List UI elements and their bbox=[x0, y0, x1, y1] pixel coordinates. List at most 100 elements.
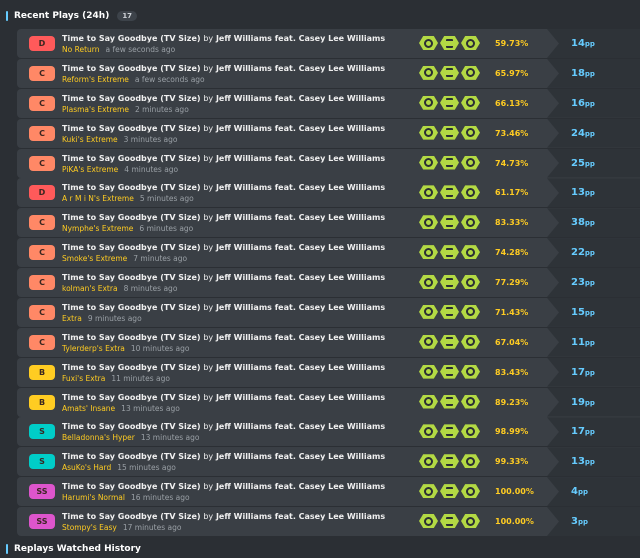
beatmap-title-link[interactable]: Time to Say Goodbye (TV Size) by Jeff Wi… bbox=[62, 273, 385, 282]
beatmap-title-link[interactable]: Time to Say Goodbye (TV Size) by Jeff Wi… bbox=[62, 154, 385, 163]
beatmap-title-link[interactable]: Time to Say Goodbye (TV Size) by Jeff Wi… bbox=[62, 303, 385, 312]
beatmap-title-link[interactable]: Time to Say Goodbye (TV Size) by Jeff Wi… bbox=[62, 94, 385, 103]
circle-target-icon[interactable] bbox=[461, 304, 480, 319]
beatmap-title-link[interactable]: Time to Say Goodbye (TV Size) by Jeff Wi… bbox=[62, 422, 385, 431]
song-by: by bbox=[203, 422, 214, 432]
no-fail-icon[interactable] bbox=[419, 245, 438, 260]
section-accent-bar bbox=[6, 544, 8, 554]
hourglass-icon[interactable] bbox=[440, 185, 459, 200]
circle-target-icon[interactable] bbox=[461, 424, 480, 439]
play-row[interactable]: D Time to Say Goodbye (TV Size) by Jeff W… bbox=[17, 29, 640, 58]
song-by: by bbox=[203, 123, 214, 133]
recent-plays-header: Recent Plays (24h) 17 bbox=[6, 8, 138, 24]
hourglass-icon[interactable] bbox=[440, 155, 459, 170]
no-fail-icon[interactable] bbox=[419, 484, 438, 499]
beatmap-title-link[interactable]: Time to Say Goodbye (TV Size) by Jeff Wi… bbox=[62, 64, 385, 73]
play-row[interactable]: B Time to Say Goodbye (TV Size) by Jeff W… bbox=[17, 387, 640, 417]
play-row[interactable]: C Time to Say Goodbye (TV Size) by Jeff W… bbox=[17, 208, 640, 238]
circle-target-icon[interactable] bbox=[461, 484, 480, 499]
no-fail-icon[interactable] bbox=[419, 36, 438, 50]
circle-target-icon[interactable] bbox=[461, 95, 480, 110]
no-fail-icon[interactable] bbox=[419, 155, 438, 170]
play-row[interactable]: SS Time to Say Goodbye (TV Size) by Jeff … bbox=[17, 477, 640, 507]
beatmap-title-link[interactable]: Time to Say Goodbye (TV Size) by Jeff Wi… bbox=[62, 363, 385, 372]
no-fail-icon[interactable] bbox=[419, 185, 438, 200]
circle-target-icon[interactable] bbox=[461, 334, 480, 349]
beatmap-title-link[interactable]: Time to Say Goodbye (TV Size) by Jeff Wi… bbox=[62, 482, 385, 491]
circle-target-icon[interactable] bbox=[461, 215, 480, 230]
play-row[interactable]: C Time to Say Goodbye (TV Size) by Jeff W… bbox=[17, 118, 640, 148]
play-row[interactable]: SS Time to Say Goodbye (TV Size) by Jeff … bbox=[17, 507, 640, 536]
circle-target-icon[interactable] bbox=[461, 125, 480, 140]
grade-badge: C bbox=[29, 125, 55, 141]
no-fail-icon[interactable] bbox=[419, 334, 438, 349]
play-row[interactable]: C Time to Say Goodbye (TV Size) by Jeff W… bbox=[17, 238, 640, 268]
beatmap-title-link[interactable]: Time to Say Goodbye (TV Size) by Jeff Wi… bbox=[62, 243, 385, 252]
beatmap-title-link[interactable]: Time to Say Goodbye (TV Size) by Jeff Wi… bbox=[62, 213, 385, 222]
no-fail-icon-glyph bbox=[424, 158, 433, 167]
circle-target-icon[interactable] bbox=[461, 394, 480, 409]
play-time: 17 minutes ago bbox=[122, 523, 182, 532]
hourglass-icon[interactable] bbox=[440, 364, 459, 379]
no-fail-icon[interactable] bbox=[419, 454, 438, 469]
play-row[interactable]: S Time to Say Goodbye (TV Size) by Jeff W… bbox=[17, 447, 640, 477]
circle-target-icon[interactable] bbox=[461, 364, 480, 379]
no-fail-icon[interactable] bbox=[419, 95, 438, 110]
play-row[interactable]: B Time to Say Goodbye (TV Size) by Jeff W… bbox=[17, 357, 640, 387]
circle-target-icon[interactable] bbox=[461, 454, 480, 469]
no-fail-icon[interactable] bbox=[419, 364, 438, 379]
no-fail-icon[interactable] bbox=[419, 394, 438, 409]
no-fail-icon[interactable] bbox=[419, 125, 438, 140]
play-row[interactable]: D Time to Say Goodbye (TV Size) by Jeff W… bbox=[17, 178, 640, 208]
beatmap-title-link[interactable]: Time to Say Goodbye (TV Size) by Jeff Wi… bbox=[62, 183, 385, 192]
hourglass-icon[interactable] bbox=[440, 95, 459, 110]
no-fail-icon[interactable] bbox=[419, 65, 438, 80]
hourglass-icon[interactable] bbox=[440, 65, 459, 80]
song-title: Time to Say Goodbye (TV Size) bbox=[62, 123, 201, 133]
hourglass-icon[interactable] bbox=[440, 36, 459, 50]
play-row[interactable]: S Time to Say Goodbye (TV Size) by Jeff W… bbox=[17, 417, 640, 447]
hourglass-icon[interactable] bbox=[440, 275, 459, 289]
no-fail-icon[interactable] bbox=[419, 215, 438, 230]
hourglass-icon[interactable] bbox=[440, 304, 459, 319]
beatmap-title-link[interactable]: Time to Say Goodbye (TV Size) by Jeff Wi… bbox=[62, 333, 385, 342]
beatmap-title-link[interactable]: Time to Say Goodbye (TV Size) by Jeff Wi… bbox=[62, 34, 385, 43]
circle-target-icon[interactable] bbox=[461, 185, 480, 200]
hourglass-icon[interactable] bbox=[440, 484, 459, 499]
play-row[interactable]: C Time to Say Goodbye (TV Size) by Jeff W… bbox=[17, 268, 640, 297]
play-row[interactable]: C Time to Say Goodbye (TV Size) by Jeff W… bbox=[17, 148, 640, 178]
hourglass-icon[interactable] bbox=[440, 424, 459, 439]
hourglass-icon[interactable] bbox=[440, 454, 459, 469]
beatmap-title-link[interactable]: Time to Say Goodbye (TV Size) by Jeff Wi… bbox=[62, 452, 385, 461]
play-row[interactable]: C Time to Say Goodbye (TV Size) by Jeff W… bbox=[17, 327, 640, 357]
hourglass-icon[interactable] bbox=[440, 334, 459, 349]
circle-target-icon[interactable] bbox=[461, 245, 480, 260]
play-row[interactable]: C Time to Say Goodbye (TV Size) by Jeff W… bbox=[17, 88, 640, 118]
beatmap-title-link[interactable]: Time to Say Goodbye (TV Size) by Jeff Wi… bbox=[62, 512, 385, 521]
circle-target-icon[interactable] bbox=[461, 155, 480, 170]
beatmap-title-link[interactable]: Time to Say Goodbye (TV Size) by Jeff Wi… bbox=[62, 124, 385, 133]
circle-target-icon[interactable] bbox=[461, 514, 480, 528]
song-by: by bbox=[203, 93, 214, 103]
hourglass-icon[interactable] bbox=[440, 394, 459, 409]
song-by: by bbox=[203, 332, 214, 342]
mods-list bbox=[419, 424, 480, 439]
circle-target-icon[interactable] bbox=[461, 65, 480, 80]
play-row[interactable]: C Time to Say Goodbye (TV Size) by Jeff W… bbox=[17, 297, 640, 327]
no-fail-icon[interactable] bbox=[419, 275, 438, 289]
hourglass-icon[interactable] bbox=[440, 125, 459, 140]
play-subtitle: Tylerderp's Extra 10 minutes ago bbox=[62, 344, 190, 353]
pp-unit: pp bbox=[584, 69, 595, 78]
circle-target-icon[interactable] bbox=[461, 36, 480, 50]
hourglass-icon-glyph bbox=[446, 426, 453, 436]
circle-target-icon[interactable] bbox=[461, 275, 480, 289]
hourglass-icon[interactable] bbox=[440, 215, 459, 230]
beatmap-title-link[interactable]: Time to Say Goodbye (TV Size) by Jeff Wi… bbox=[62, 393, 385, 402]
no-fail-icon[interactable] bbox=[419, 304, 438, 319]
hourglass-icon[interactable] bbox=[440, 514, 459, 528]
hourglass-icon[interactable] bbox=[440, 245, 459, 260]
no-fail-icon[interactable] bbox=[419, 424, 438, 439]
pp-unit: pp bbox=[584, 458, 595, 467]
play-row[interactable]: C Time to Say Goodbye (TV Size) by Jeff W… bbox=[17, 58, 640, 88]
no-fail-icon[interactable] bbox=[419, 514, 438, 528]
